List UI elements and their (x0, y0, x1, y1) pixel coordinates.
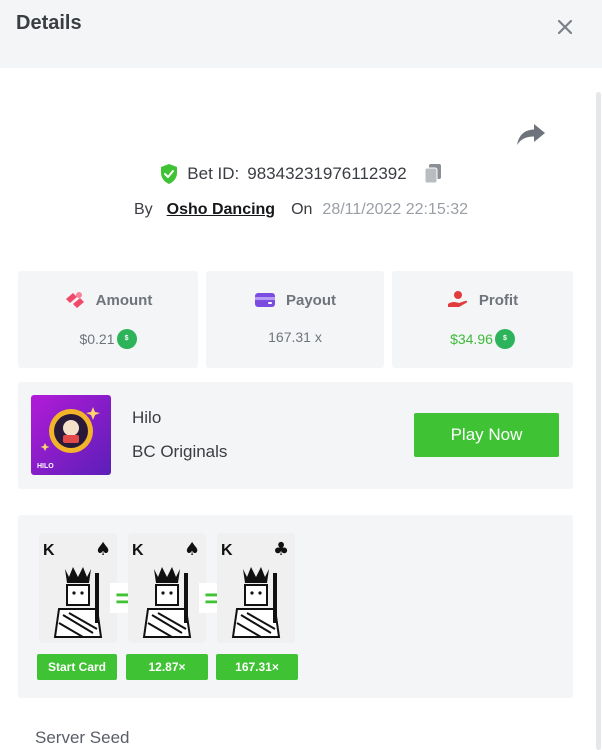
king-figure-icon (142, 567, 192, 638)
card-tag: 12.87× (126, 654, 208, 680)
by-label: By (133, 201, 153, 218)
on-label: On (291, 201, 313, 218)
card-rank: K (132, 542, 144, 559)
coin-icon: $ (494, 329, 515, 349)
card-suit-icon: ♣ (273, 539, 289, 560)
user-link[interactable]: Osho Dancing (167, 201, 275, 219)
amount-label: Amount (95, 291, 153, 309)
thumb-label: HILO (37, 463, 54, 470)
king-figure-icon (231, 567, 281, 638)
profit-stat: Profit $34.96 $ (392, 271, 573, 368)
game-thumbnail[interactable]: HILO (31, 395, 111, 475)
payout-label: Payout (285, 291, 336, 309)
profit-label: Profit (478, 291, 519, 309)
close-icon[interactable] (552, 14, 578, 40)
bet-author-row: By Osho Dancing On 28/11/2022 22:15:32 (0, 196, 602, 224)
playing-card: K ♠ (39, 533, 117, 643)
hilo-logo-icon: HILO (31, 395, 111, 475)
details-header: Details (0, 0, 602, 68)
scrollbar[interactable] (596, 92, 601, 750)
coin-icon: $ (116, 329, 137, 349)
card-suit-icon: ♠ (95, 539, 111, 560)
playing-card: K ♣ (217, 533, 295, 643)
payout-stat: Payout 167.31 x (206, 271, 384, 368)
play-now-button[interactable]: Play Now (414, 413, 559, 457)
page-title: Details (16, 12, 82, 34)
share-icon[interactable] (515, 120, 547, 148)
king-figure-icon (53, 567, 103, 638)
amount-stat: Amount $0.21 $ (18, 271, 198, 368)
bet-id-row: Bet ID: 98343231976112392 (0, 160, 602, 188)
bet-id-label: Bet ID: (187, 164, 240, 183)
cards-panel: K ♠ = K ♠ = K ♣ Start Card 12.87× 167.31… (18, 515, 573, 698)
game-name[interactable]: Hilo (132, 408, 161, 428)
bet-datetime: 28/11/2022 22:15:32 (322, 201, 469, 218)
amount-value: $0.21 (79, 331, 115, 347)
shield-check-icon (161, 164, 178, 184)
payout-value: 167.31 x (268, 329, 322, 345)
copy-icon[interactable] (423, 163, 443, 185)
playing-card: K ♠ (128, 533, 206, 643)
money-hand-icon (447, 291, 467, 307)
game-card: HILO Hilo BC Originals Play Now (18, 382, 573, 489)
bet-id-value: 98343231976112392 (247, 164, 407, 183)
game-provider: BC Originals (132, 442, 228, 461)
card-tag: 167.31× (216, 654, 298, 680)
card-rank: K (221, 542, 233, 559)
profit-value: $34.96 (450, 331, 493, 347)
coins-icon (65, 292, 84, 308)
wallet-card-icon (254, 293, 275, 307)
card-rank: K (43, 542, 55, 559)
card-tag: Start Card (37, 654, 117, 680)
server-seed-label: Server Seed (35, 728, 130, 747)
card-suit-icon: ♠ (184, 539, 200, 560)
